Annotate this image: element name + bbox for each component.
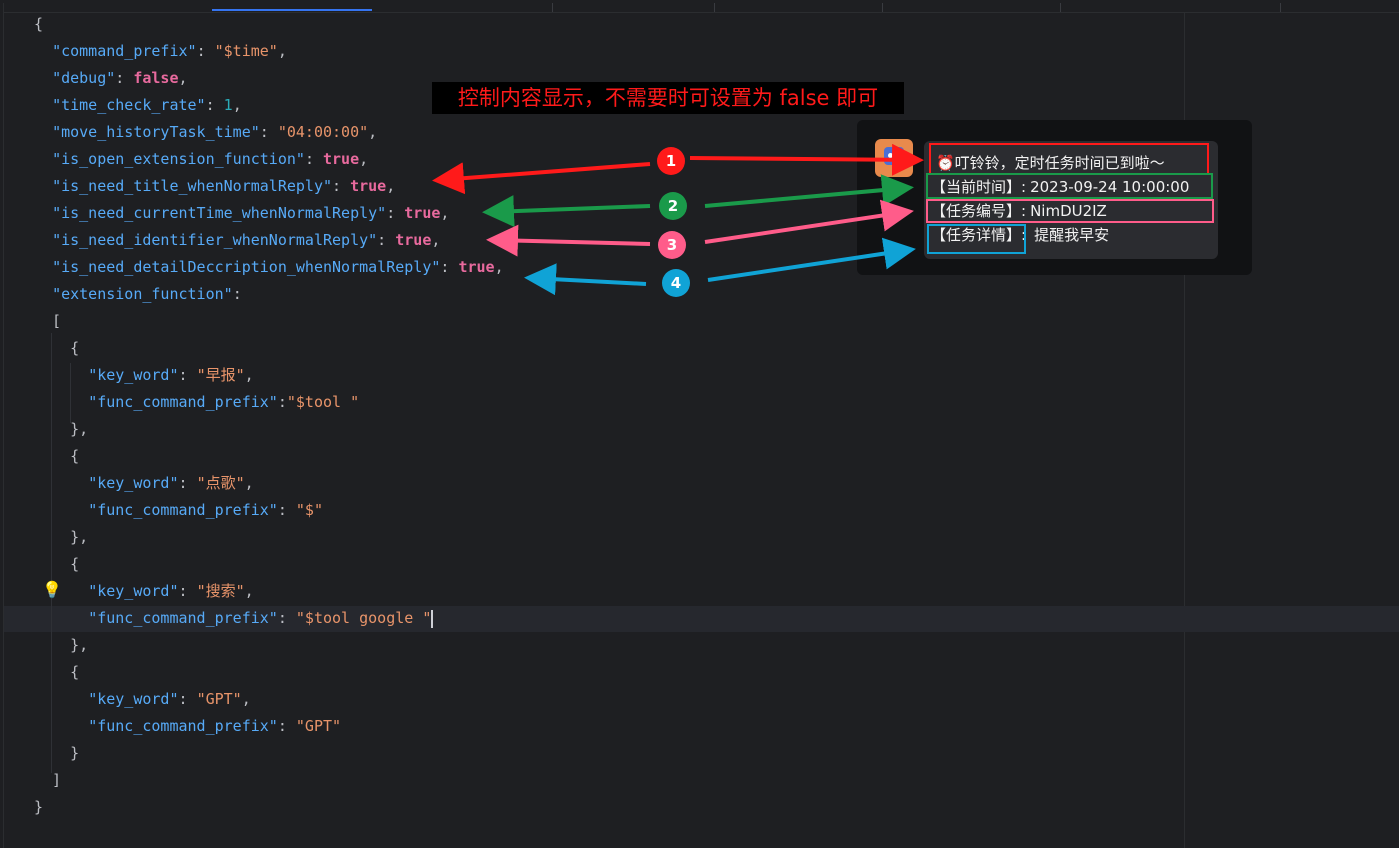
arrow-2-left xyxy=(482,195,651,228)
badge-1: 1 xyxy=(657,147,685,175)
arrow-4-left xyxy=(524,263,647,296)
arrow-3-left xyxy=(486,224,651,257)
arrow-1-left xyxy=(432,162,651,195)
arrow-4-right xyxy=(707,237,916,282)
arrow-1-right xyxy=(689,143,924,176)
annotation-arrows xyxy=(432,143,924,296)
badge-2: 2 xyxy=(659,192,687,220)
arrow-2-right xyxy=(704,174,914,208)
badge-3: 3 xyxy=(658,231,686,259)
badge-4: 4 xyxy=(662,269,690,297)
arrow-3-right xyxy=(704,199,914,244)
